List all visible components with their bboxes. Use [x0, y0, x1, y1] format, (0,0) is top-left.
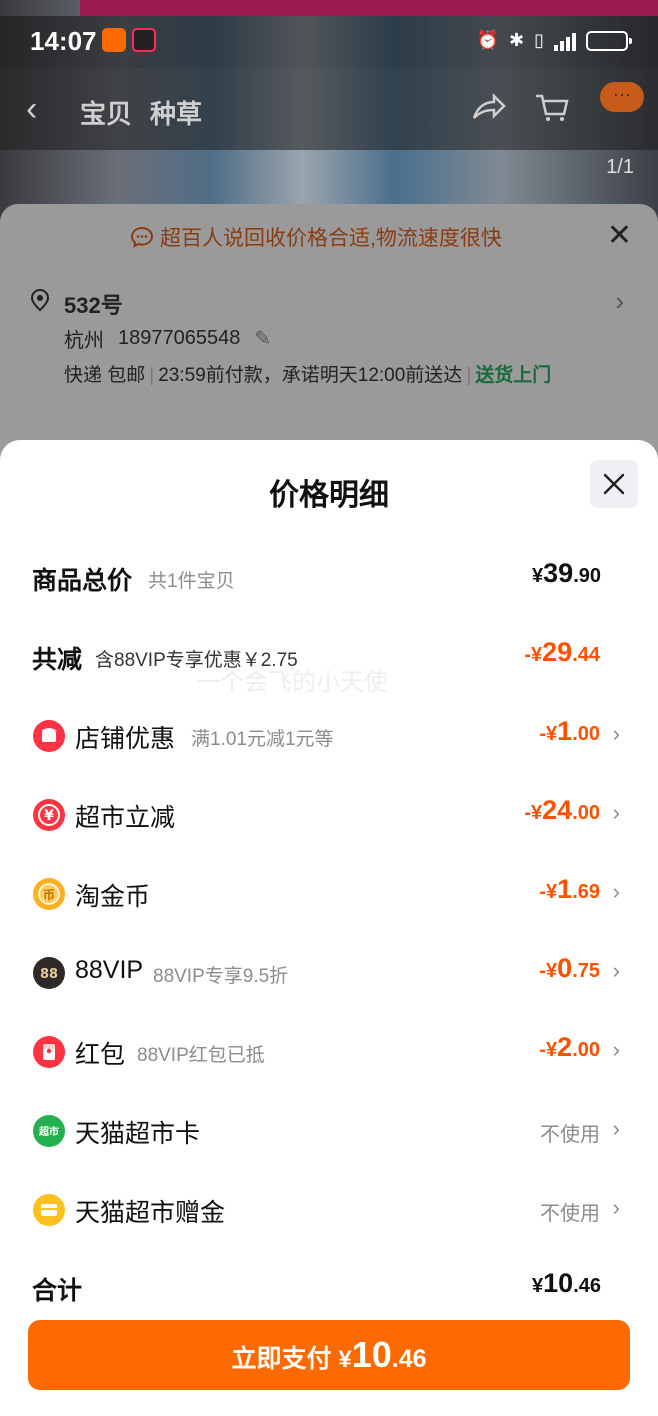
total-label: 商品总价 — [32, 567, 133, 595]
chevron-right-icon: › — [612, 958, 620, 983]
gold-coin-icon: 币 — [33, 878, 65, 910]
order-card: 超百人说回收价格合适,物流速度很快 ✕ 532号 › 杭州 1897706554… — [0, 204, 658, 464]
chat-bubble-icon — [130, 226, 154, 248]
discount-sub: 88VIP专享9.5折 — [153, 966, 289, 987]
pay-now-button[interactable]: 立即支付 ¥10.46 — [28, 1320, 630, 1390]
alarm-icon: ⏰ — [476, 30, 499, 50]
discount-value: -¥1.00 — [539, 716, 600, 746]
address-contact: 杭州 18977065548 ✎ — [64, 324, 271, 353]
vip88-icon: 88 — [33, 957, 65, 989]
chevron-right-icon: › — [612, 1195, 620, 1220]
close-icon — [603, 473, 625, 495]
tab-product[interactable]: 宝贝 — [80, 94, 132, 131]
more-button[interactable]: ··· — [600, 82, 644, 112]
chevron-right-icon: › — [612, 879, 620, 904]
address-name[interactable]: 532号 — [64, 288, 123, 320]
tmall-app-icon — [132, 28, 156, 52]
bluetooth-icon: ✱ — [509, 30, 525, 50]
address-city: 杭州 — [64, 330, 104, 352]
discount-row-store[interactable]: 店铺优惠 满1.01元减1元等 -¥1.00 › — [0, 706, 658, 766]
sum-value: ¥10.46 — [532, 1268, 601, 1298]
vibrate-icon: ▯ — [534, 30, 544, 50]
sum-row: 合计 ¥10.46 — [0, 1258, 658, 1318]
tip-close-icon[interactable]: ✕ — [607, 218, 632, 253]
total-sub: 共1件宝贝 — [148, 571, 235, 592]
shop-icon — [33, 720, 65, 752]
svg-text:币: 币 — [43, 888, 55, 902]
status-time: 14:07 — [30, 26, 97, 56]
discount-row-88vip[interactable]: 88 88VIP 88VIP专享9.5折 -¥0.75 › — [0, 943, 658, 1003]
delivery-promise: 23:59前付款，承诺明天12:00前送达 — [158, 365, 463, 386]
discount-row-coins[interactable]: 币 淘金币 -¥1.69 › — [0, 864, 658, 924]
chevron-right-icon: › — [612, 1037, 620, 1062]
not-used-label: 不使用 — [540, 1124, 600, 1146]
cart-icon[interactable] — [534, 92, 570, 122]
discount-value: -¥24.00 — [524, 795, 600, 825]
discount-label: 红包 — [75, 1041, 126, 1069]
delivery-info: 快递 包邮 | 23:59前付款，承诺明天12:00前送达 | 送货上门 — [64, 365, 552, 386]
chevron-right-icon: › — [612, 800, 620, 825]
discount-value: -¥1.69 — [539, 874, 600, 904]
discount-sub: 满1.01元减1元等 — [191, 729, 334, 750]
sum-label: 合计 — [32, 1277, 83, 1305]
total-value: ¥39.90 — [532, 558, 601, 588]
tip-banner: 超百人说回收价格合适,物流速度很快 — [130, 222, 502, 252]
shipping-method: 快递 包邮 — [64, 365, 146, 386]
pay-button-label: 立即支付 — [231, 1345, 339, 1373]
payment-label: 天猫超市卡 — [75, 1120, 201, 1148]
tmall-supermarket-card-icon: 超市 — [33, 1115, 65, 1147]
discount-label: 淘金币 — [75, 883, 151, 911]
discount-total-label: 共减 — [32, 646, 83, 674]
taobao-app-icon — [102, 28, 126, 52]
sheet-close-button[interactable] — [590, 460, 638, 508]
location-pin-icon — [30, 288, 50, 312]
share-icon[interactable] — [470, 92, 506, 122]
discount-value: -¥0.75 — [539, 953, 600, 983]
address-phone: 18977065548 — [118, 327, 241, 349]
svg-text:超市: 超市 — [38, 1125, 59, 1138]
discount-row-supermarket[interactable]: ¥ 超市立减 -¥24.00 › — [0, 785, 658, 845]
tip-text: 超百人说回收价格合适,物流速度很快 — [160, 227, 502, 250]
discount-sub: 88VIP红包已抵 — [137, 1045, 265, 1066]
product-nav-bar: ‹ 宝贝 种草 ··· — [0, 68, 658, 150]
battery-icon — [586, 30, 632, 51]
discount-label: 店铺优惠 — [75, 725, 176, 753]
discount-value: -¥2.00 — [539, 1032, 600, 1062]
gift-money-icon — [33, 1194, 65, 1226]
price-detail-sheet: 价格明细 一个会飞的小天使 商品总价 共1件宝贝 ¥39.90 共减 含88VI… — [0, 440, 658, 1416]
status-indicators: ⏰ ✱ ▯ — [476, 30, 632, 51]
discount-row-red-packet[interactable]: 红包 88VIP红包已抵 -¥2.00 › — [0, 1022, 658, 1082]
tab-recommend[interactable]: 种草 — [150, 94, 202, 131]
chevron-right-icon: › — [612, 1116, 620, 1141]
sheet-title: 价格明细 — [269, 479, 389, 512]
status-bar: 14:07 ⏰ ✱ ▯ — [0, 16, 658, 68]
yuan-coin-icon: ¥ — [33, 799, 65, 831]
back-icon[interactable]: ‹ — [26, 90, 37, 129]
payment-row-supermarket-card[interactable]: 超市 天猫超市卡 不使用 › — [0, 1101, 658, 1161]
discount-total-sub: 含88VIP专享优惠￥2.75 — [95, 650, 298, 671]
svg-text:88: 88 — [40, 967, 58, 982]
discount-label: 88VIP — [75, 956, 144, 984]
discount-label: 超市立减 — [75, 804, 176, 832]
svg-text:¥: ¥ — [44, 808, 54, 824]
payment-row-gift-money[interactable]: 天猫超市赠金 不使用 › — [0, 1180, 658, 1240]
discount-total-row: 共减 含88VIP专享优惠￥2.75 -¥29.44 — [0, 627, 658, 687]
red-packet-icon — [33, 1036, 65, 1068]
image-counter: 1/1 — [606, 156, 634, 178]
door-delivery-label: 送货上门 — [475, 365, 552, 386]
chevron-right-icon[interactable]: › — [615, 286, 624, 317]
payment-label: 天猫超市赠金 — [75, 1199, 226, 1227]
image-top-strip — [80, 0, 658, 16]
discount-total-value: -¥29.44 — [524, 637, 600, 667]
chevron-right-icon: › — [612, 721, 620, 746]
total-price-row: 商品总价 共1件宝贝 ¥39.90 — [0, 548, 658, 608]
signal-icon — [554, 31, 576, 51]
not-used-label: 不使用 — [540, 1203, 600, 1225]
edit-pencil-icon[interactable]: ✎ — [254, 326, 271, 351]
